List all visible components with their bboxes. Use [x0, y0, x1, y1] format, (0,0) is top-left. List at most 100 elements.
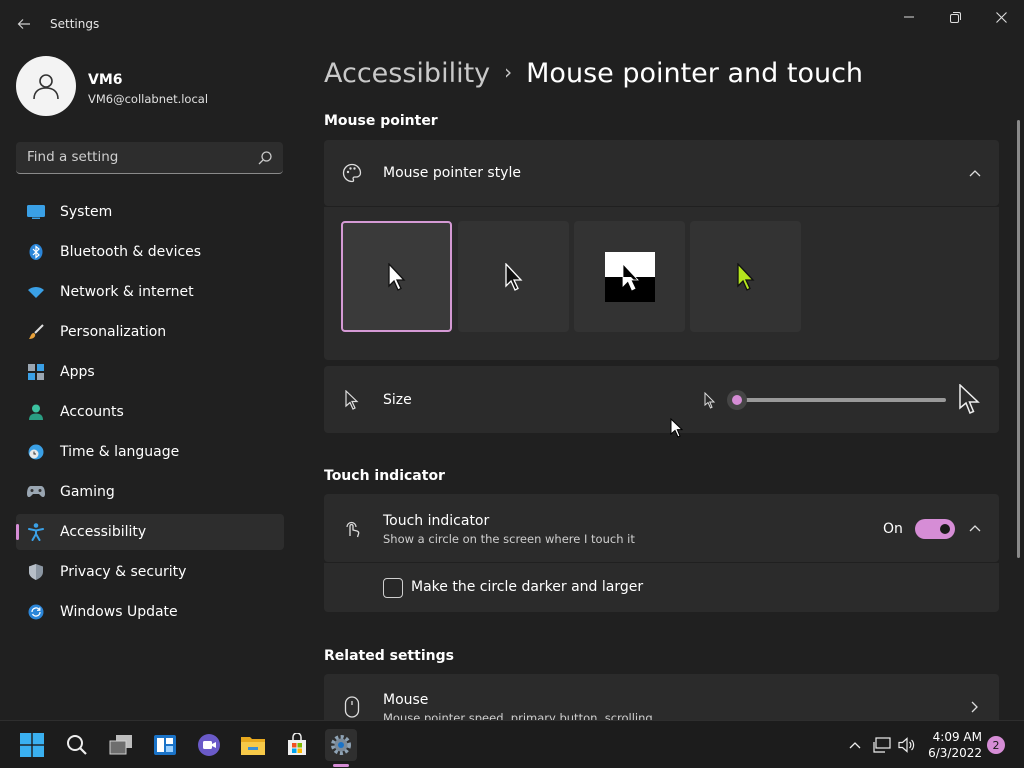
chevron-up-icon[interactable] — [968, 166, 982, 180]
sidebar-item-label: Network & internet — [60, 284, 194, 300]
mouse-cursor-icon — [670, 418, 684, 438]
teams-chat-button[interactable] — [193, 729, 225, 761]
sidebar-item-windows-update[interactable]: Windows Update — [16, 594, 284, 630]
update-icon — [27, 604, 45, 620]
widgets-button[interactable] — [149, 729, 181, 761]
back-arrow-icon — [17, 19, 30, 29]
pointer-size-slider-track[interactable] — [736, 398, 946, 402]
sidebar-item-label: Personalization — [60, 324, 167, 340]
file-explorer-button[interactable] — [237, 729, 269, 761]
restore-button[interactable] — [932, 6, 978, 28]
speaker-icon — [898, 737, 915, 753]
close-button[interactable] — [978, 6, 1024, 28]
pointer-style-white[interactable] — [341, 221, 452, 332]
touch-hand-icon — [342, 518, 362, 538]
pointer-style-inverted[interactable] — [574, 221, 685, 332]
notification-badge[interactable]: 2 — [987, 736, 1005, 754]
sidebar-item-label: Time & language — [60, 444, 180, 460]
pointer-style-custom[interactable] — [690, 221, 801, 332]
avatar — [16, 56, 76, 116]
card-label: Mouse pointer style — [383, 165, 521, 181]
checkbox-label: Make the circle darker and larger — [411, 579, 644, 595]
sidebar-item-apps[interactable]: Apps — [16, 354, 284, 390]
apps-icon — [27, 364, 45, 380]
store-button[interactable] — [281, 729, 313, 761]
store-icon — [288, 733, 306, 755]
touch-indicator-toggle[interactable] — [915, 519, 955, 539]
active-app-indicator — [333, 764, 349, 767]
toggle-knob — [940, 524, 950, 534]
pointer-size-slider-thumb[interactable] — [727, 390, 747, 410]
sidebar-item-network[interactable]: Network & internet — [16, 274, 284, 310]
minimize-button[interactable] — [886, 6, 932, 28]
start-button[interactable] — [16, 729, 48, 761]
card-description: Mouse pointer speed, primary button, scr… — [383, 711, 653, 720]
section-title-mouse-pointer: Mouse pointer — [324, 113, 438, 129]
palette-icon — [342, 163, 362, 183]
sidebar-item-accessibility[interactable]: Accessibility — [16, 514, 284, 550]
user-profile[interactable]: VM6 VM6@collabnet.local — [16, 56, 296, 118]
breadcrumb: Accessibility › Mouse pointer and touch — [324, 58, 863, 89]
show-hidden-icons-button[interactable] — [845, 735, 865, 755]
chevron-right-icon — [968, 700, 982, 714]
chevron-up-icon — [849, 742, 861, 749]
section-title-related-settings: Related settings — [324, 648, 454, 664]
task-view-icon — [109, 735, 132, 755]
breadcrumb-parent[interactable]: Accessibility — [324, 58, 490, 89]
sidebar-item-personalization[interactable]: Personalization — [16, 314, 284, 350]
network-status-button[interactable] — [872, 735, 892, 755]
card-label: Touch indicator — [383, 513, 490, 529]
large-pointer-icon — [958, 383, 980, 418]
related-mouse-link[interactable]: Mouse Mouse pointer speed, primary butto… — [324, 674, 999, 720]
mouse-pointer-style-header[interactable]: Mouse pointer style — [324, 140, 999, 206]
search-input[interactable]: Find a setting — [16, 142, 283, 174]
gamepad-icon — [27, 484, 45, 500]
volume-button[interactable] — [897, 735, 917, 755]
app-title: Settings — [50, 17, 100, 31]
sidebar-item-accounts[interactable]: Accounts — [16, 394, 284, 430]
sidebar-item-privacy[interactable]: Privacy & security — [16, 554, 284, 590]
page-title: Mouse pointer and touch — [526, 58, 864, 89]
white-pointer-icon — [387, 262, 406, 291]
start-icon — [20, 733, 44, 757]
taskbar-clock[interactable]: 4:09 AM 6/3/2022 — [920, 729, 982, 761]
custom-color-pointer-icon — [736, 262, 755, 291]
task-view-button[interactable] — [105, 729, 137, 761]
sidebar-item-system[interactable]: System — [16, 194, 284, 230]
user-email: VM6@collabnet.local — [88, 92, 209, 106]
small-pointer-icon — [704, 391, 716, 413]
chevron-up-icon[interactable] — [968, 521, 982, 535]
clock-time: 4:09 AM — [932, 730, 982, 744]
toggle-state-label: On — [883, 521, 903, 537]
clock-date: 6/3/2022 — [928, 746, 982, 760]
settings-app-button[interactable] — [325, 729, 357, 761]
sidebar-item-label: Bluetooth & devices — [60, 244, 202, 260]
sidebar-nav: System Bluetooth & devices Network & int… — [16, 194, 284, 634]
search-icon — [67, 735, 87, 755]
person-icon — [27, 404, 45, 420]
pointer-style-black[interactable] — [458, 221, 569, 332]
scrollbar[interactable] — [1017, 120, 1020, 558]
restore-icon — [949, 11, 961, 23]
sidebar-item-bluetooth[interactable]: Bluetooth & devices — [16, 234, 284, 270]
wifi-icon — [27, 284, 45, 300]
sidebar-item-label: System — [60, 204, 113, 220]
sidebar-item-label: Gaming — [60, 484, 115, 500]
inverted-pointer-icon — [604, 251, 655, 302]
sidebar-item-label: Windows Update — [60, 604, 178, 620]
taskbar: 4:09 AM 6/3/2022 2 — [0, 720, 1024, 768]
back-button[interactable] — [12, 12, 36, 36]
sidebar-item-gaming[interactable]: Gaming — [16, 474, 284, 510]
user-name: VM6 — [88, 72, 123, 88]
brush-icon — [27, 324, 45, 340]
search-placeholder: Find a setting — [27, 149, 119, 165]
close-icon — [995, 11, 1007, 23]
pointer-icon — [342, 390, 362, 410]
title-bar: Settings — [0, 0, 1024, 48]
minimize-icon — [904, 16, 914, 18]
network-icon — [873, 737, 891, 753]
person-avatar-icon — [33, 74, 59, 100]
taskbar-search-button[interactable] — [61, 729, 93, 761]
sidebar-item-time-language[interactable]: Time & language — [16, 434, 284, 470]
darker-larger-circle-checkbox[interactable] — [383, 578, 403, 598]
